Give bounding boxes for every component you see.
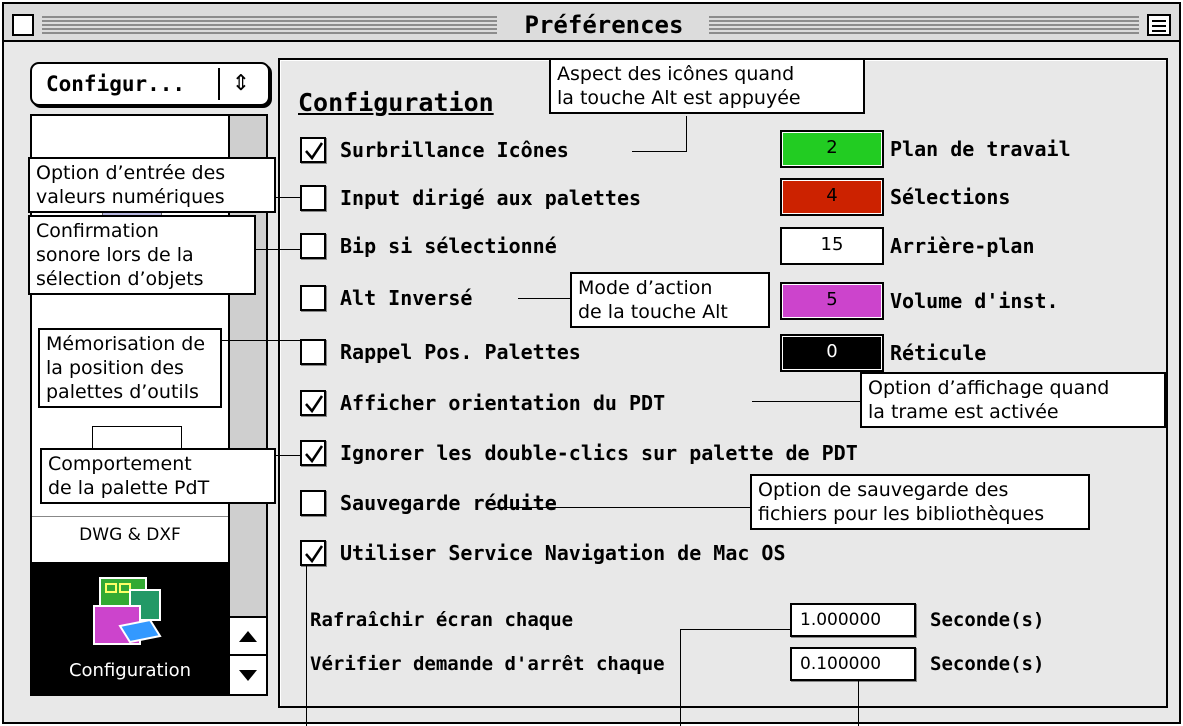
- color-swatch-volume[interactable]: 5: [780, 282, 884, 320]
- sidebar-item-label: Configuration: [68, 660, 192, 681]
- checkbox[interactable]: [300, 490, 326, 516]
- callout-line: Comportement: [48, 453, 192, 475]
- checkbox[interactable]: [300, 390, 326, 416]
- callout-beep: Confirmation sonore lors de la sélection…: [28, 215, 256, 295]
- leader-line: [276, 455, 300, 456]
- checkmark-icon: [305, 545, 324, 564]
- popup-arrows-icon: ⇕: [218, 68, 262, 100]
- callout-alt-mode: Mode d’action de la touche Alt: [570, 272, 770, 328]
- scroll-down-button[interactable]: [230, 654, 266, 694]
- option-label: Afficher orientation du PDT: [340, 391, 666, 415]
- callout-line: de la palette PdT: [48, 477, 210, 499]
- callout-numeric-input: Option d’entrée des valeurs numériques: [28, 157, 276, 213]
- callout-line: la touche Alt est appuyée: [557, 87, 801, 109]
- leader-line: [222, 340, 300, 341]
- checkbox[interactable]: [300, 285, 326, 311]
- callout-palette-pos: Mémorisation de la position des palettes…: [38, 328, 222, 408]
- callout-save-option: Option de sauvegarde des fichiers pour l…: [750, 474, 1090, 530]
- leader-line: [276, 197, 300, 198]
- callout-line: Mémorisation de: [46, 333, 206, 355]
- callout-line: la position des: [46, 357, 184, 379]
- refresh-unit: Seconde(s): [930, 609, 1045, 631]
- option-label: Rappel Pos. Palettes: [340, 340, 581, 364]
- callout-line: fichiers pour les bibliothèques: [758, 503, 1045, 525]
- leader-line: [495, 507, 750, 508]
- callout-alt-icons: Aspect des icônes quand la touche Alt es…: [549, 58, 865, 114]
- leader-line: [632, 151, 686, 152]
- checkbox[interactable]: [300, 440, 326, 466]
- close-box[interactable]: [12, 14, 34, 36]
- category-popup-label: Configur...: [46, 72, 186, 96]
- option-label: Surbrillance Icônes: [340, 138, 569, 162]
- callout-line: valeurs numériques: [36, 186, 225, 208]
- stop-check-unit: Seconde(s): [930, 653, 1045, 675]
- leader-line: [306, 566, 307, 726]
- window-title: Préférences: [524, 11, 684, 39]
- color-label: Sélections: [890, 185, 1011, 209]
- option-label: Alt Inversé: [340, 286, 473, 310]
- category-popup[interactable]: Configur... ⇕: [30, 62, 270, 106]
- arrow-down-icon: [239, 670, 257, 681]
- callout-line: la trame est activée: [868, 401, 1059, 423]
- leader-line: [518, 298, 570, 299]
- sidebar-item-configuration[interactable]: Configuration: [32, 562, 228, 694]
- checkbox[interactable]: [300, 540, 326, 566]
- leader-line: [858, 681, 859, 726]
- checkmark-icon: [305, 142, 324, 161]
- option-label: Utiliser Service Navigation de Mac OS: [340, 541, 786, 565]
- leader-line: [256, 249, 300, 250]
- callout-line: Mode d’action: [578, 277, 713, 299]
- collapse-box[interactable]: [1147, 14, 1171, 36]
- title-bar[interactable]: Préférences: [2, 2, 1181, 42]
- color-swatch-reticule[interactable]: 0: [780, 334, 884, 372]
- panel-title: Configuration: [298, 88, 494, 117]
- checkbox[interactable]: [300, 137, 326, 163]
- color-label: Volume d'inst.: [890, 289, 1059, 313]
- leader-line: [686, 116, 687, 152]
- sidebar-item-dwg-dxf[interactable]: DWG & DXF: [32, 516, 228, 560]
- callout-line: de la touche Alt: [578, 301, 728, 323]
- color-label: Plan de travail: [890, 137, 1071, 161]
- checkmark-icon: [305, 445, 324, 464]
- callout-line: sonore lors de la: [36, 244, 194, 266]
- color-swatch-selections[interactable]: 4: [780, 178, 884, 216]
- checkbox[interactable]: [300, 185, 326, 211]
- scroll-up-button[interactable]: [230, 616, 266, 654]
- sidebar-item-label: DWG & DXF: [79, 525, 181, 545]
- leader-line: [752, 401, 860, 402]
- callout-line: Confirmation: [36, 220, 159, 242]
- stop-check-label: Vérifier demande d'arrêt chaque: [310, 653, 665, 675]
- refresh-label: Rafraîchir écran chaque: [310, 609, 574, 631]
- title-bar-stripes-right: [709, 16, 1139, 34]
- option-label: Sauvegarde réduite: [340, 491, 557, 515]
- color-label: Arrière-plan: [890, 234, 1035, 258]
- leader-line: [680, 629, 681, 726]
- checkbox[interactable]: [300, 339, 326, 365]
- color-swatch-arriere-plan[interactable]: 15: [780, 227, 884, 265]
- callout-grid-display: Option d’affichage quand la trame est ac…: [860, 372, 1166, 428]
- stop-check-interval-field[interactable]: 0.100000: [790, 647, 916, 681]
- configuration-icon: [93, 577, 162, 645]
- leader-line: [680, 629, 790, 630]
- color-swatch-plan-de-travail[interactable]: 2: [780, 130, 884, 168]
- option-label: Input dirigé aux palettes: [340, 186, 642, 210]
- checkbox[interactable]: [300, 233, 326, 259]
- option-label: Ignorer les double-clics sur palette de …: [340, 441, 858, 465]
- option-label: Bip si sélectionné: [340, 234, 557, 258]
- arrow-up-icon: [239, 631, 257, 642]
- title-bar-stripes-left: [42, 16, 497, 34]
- callout-line: sélection d’objets: [36, 268, 204, 290]
- callout-line: Option d’affichage quand: [868, 377, 1110, 399]
- callout-line: Aspect des icônes quand: [557, 63, 795, 85]
- checkmark-icon: [305, 395, 324, 414]
- callout-pdt-palette: Comportement de la palette PdT: [40, 448, 276, 504]
- callout-line: palettes d’outils: [46, 381, 199, 403]
- callout-line: Option de sauvegarde des: [758, 479, 1009, 501]
- refresh-interval-field[interactable]: 1.000000: [790, 603, 916, 637]
- color-label: Réticule: [890, 341, 987, 365]
- callout-line: Option d’entrée des: [36, 162, 226, 184]
